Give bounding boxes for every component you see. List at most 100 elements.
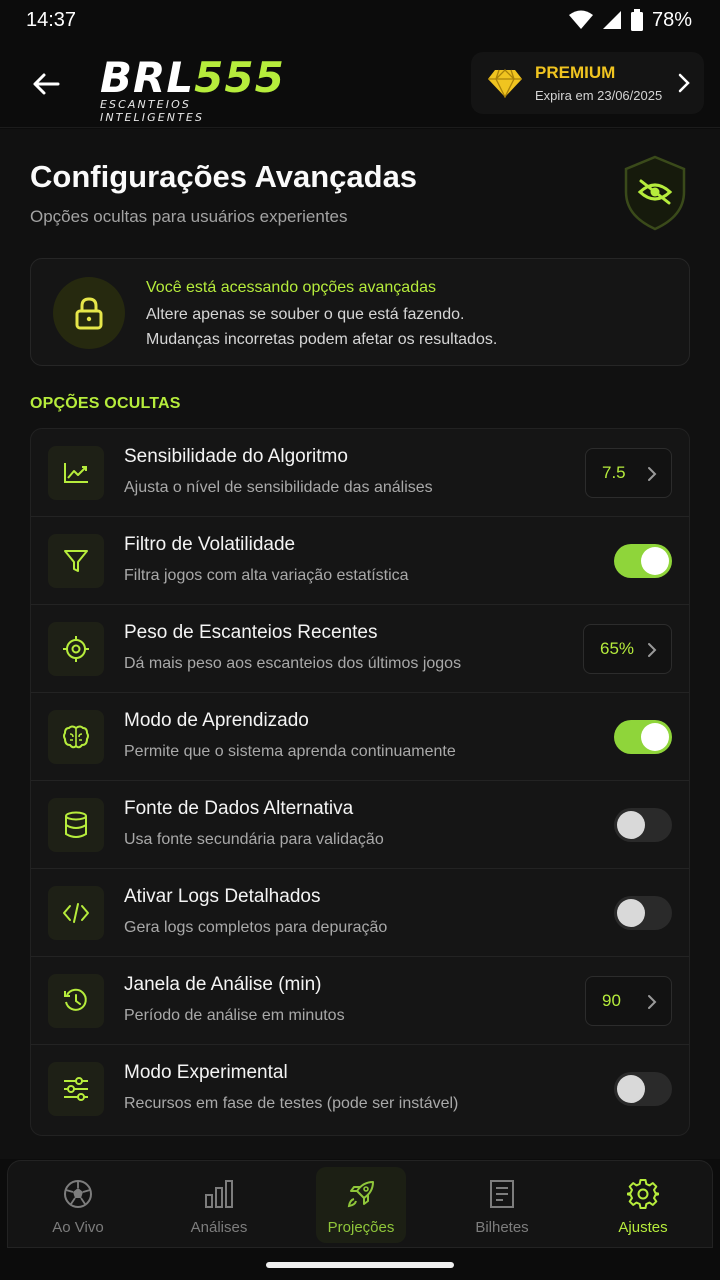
option-row-analysis-window[interactable]: Janela de Análise (min) Período de análi… xyxy=(31,957,689,1045)
option-title: Modo Experimental xyxy=(124,1062,288,1083)
toggle-knob xyxy=(617,899,645,927)
back-button[interactable] xyxy=(28,66,64,102)
option-description: Período de análise em minutos xyxy=(124,1007,345,1024)
line-chart-icon xyxy=(64,463,88,483)
option-description: Permite que o sistema aprenda continuame… xyxy=(124,743,456,760)
rocket-icon xyxy=(347,1181,374,1208)
brand-logo: BRL555 ESCANTEIOS INTELIGENTES xyxy=(100,53,290,125)
option-icon-badge xyxy=(48,1062,104,1116)
code-icon xyxy=(63,903,89,923)
value-selector[interactable]: 7.5 xyxy=(585,448,672,498)
nav-item-projecoes[interactable]: Projeções xyxy=(316,1167,406,1243)
bottom-nav: Ao Vivo Análises Projeções Bilhetes Ajus… xyxy=(7,1160,713,1248)
status-icons: 78% xyxy=(568,9,692,32)
premium-title: PREMIUM xyxy=(535,63,616,82)
option-title: Janela de Análise (min) xyxy=(124,974,322,995)
logo-text-white: BRL xyxy=(100,53,195,102)
option-description: Dá mais peso aos escanteios dos últimos … xyxy=(124,655,462,672)
brain-icon xyxy=(63,725,89,749)
toggle-switch[interactable] xyxy=(614,896,672,930)
option-row-alternative-data-source[interactable]: Fonte de Dados Alternativa Usa fonte sec… xyxy=(31,781,689,869)
toggle-knob xyxy=(641,723,669,751)
option-row-volatility-filter[interactable]: Filtro de Volatilidade Filtra jogos com … xyxy=(31,517,689,605)
option-icon-badge xyxy=(48,798,104,852)
nav-item-ao-vivo[interactable]: Ao Vivo xyxy=(18,1161,138,1249)
nav-label: Análises xyxy=(190,1219,248,1236)
lock-icon xyxy=(75,297,103,330)
value-text: 90 xyxy=(602,991,621,1010)
warning-line-2: Mudanças incorretas podem afetar os resu… xyxy=(146,331,498,348)
diamond-icon xyxy=(488,69,522,98)
gear-icon xyxy=(627,1179,659,1209)
value-text: 7.5 xyxy=(602,463,626,482)
section-label: OPÇÕES OCULTAS xyxy=(30,395,181,412)
option-description: Filtra jogos com alta variação estatísti… xyxy=(124,567,409,584)
database-icon xyxy=(65,811,87,838)
history-clock-icon xyxy=(64,988,87,1011)
option-icon-badge xyxy=(48,710,104,764)
funnel-icon xyxy=(64,550,88,572)
option-title: Sensibilidade do Algoritmo xyxy=(124,446,348,467)
option-icon-badge xyxy=(48,534,104,588)
option-description: Usa fonte secundária para validação xyxy=(124,831,384,848)
option-row-learning-mode[interactable]: Modo de Aprendizado Permite que o sistem… xyxy=(31,693,689,781)
page-subtitle: Opções ocultas para usuários experientes xyxy=(30,207,348,226)
logo-text-green: 555 xyxy=(194,53,285,102)
nav-item-bilhetes[interactable]: Bilhetes xyxy=(442,1161,562,1249)
content-area: Configurações Avançadas Opções ocultas p… xyxy=(0,129,720,1159)
value-selector[interactable]: 90 xyxy=(585,976,672,1026)
chevron-right-icon xyxy=(648,467,657,481)
option-row-recent-corners-weight[interactable]: Peso de Escanteios Recentes Dá mais peso… xyxy=(31,605,689,693)
bar-chart-icon xyxy=(205,1180,233,1208)
toggle-switch[interactable] xyxy=(614,1072,672,1106)
option-title: Ativar Logs Detalhados xyxy=(124,886,321,907)
value-selector[interactable]: 65% xyxy=(583,624,672,674)
wifi-icon xyxy=(568,10,593,29)
premium-expiry: Expira em 23/06/2025 xyxy=(535,88,663,103)
option-icon-badge xyxy=(48,974,104,1028)
chevron-right-icon xyxy=(648,643,657,657)
option-title: Peso de Escanteios Recentes xyxy=(124,622,378,643)
sliders-icon xyxy=(64,1077,88,1101)
home-indicator[interactable] xyxy=(266,1262,454,1268)
target-icon xyxy=(63,636,89,662)
status-bar: 14:37 78% xyxy=(0,0,720,40)
app-bar: BRL555 ESCANTEIOS INTELIGENTES PREMIUM E… xyxy=(0,40,720,128)
nav-item-ajustes[interactable]: Ajustes xyxy=(583,1161,703,1249)
nav-label: Ao Vivo xyxy=(52,1219,104,1236)
advanced-warning-card: Você está acessando opções avançadas Alt… xyxy=(30,258,690,366)
toggle-switch[interactable] xyxy=(614,720,672,754)
chevron-right-icon xyxy=(678,73,690,93)
option-title: Filtro de Volatilidade xyxy=(124,534,296,555)
warning-line-1: Altere apenas se souber o que está fazen… xyxy=(146,306,465,323)
battery-icon xyxy=(630,9,643,31)
ticket-icon xyxy=(490,1180,514,1208)
nav-label: Bilhetes xyxy=(475,1219,529,1236)
soccer-ball-icon xyxy=(64,1180,92,1208)
option-row-experimental-mode[interactable]: Modo Experimental Recursos em fase de te… xyxy=(31,1045,689,1133)
nav-item-analises[interactable]: Análises xyxy=(159,1161,279,1249)
chevron-right-icon xyxy=(648,995,657,1009)
option-row-algorithm-sensitivity[interactable]: Sensibilidade do Algoritmo Ajusta o níve… xyxy=(31,429,689,517)
battery-percent: 78% xyxy=(651,8,692,31)
nav-label: Projeções xyxy=(327,1219,395,1236)
toggle-switch[interactable] xyxy=(614,544,672,578)
option-description: Ajusta o nível de sensibilidade das anál… xyxy=(124,479,433,496)
toggle-knob xyxy=(641,547,669,575)
option-icon-badge xyxy=(48,886,104,940)
toggle-knob xyxy=(617,811,645,839)
options-list: Sensibilidade do Algoritmo Ajusta o níve… xyxy=(30,428,690,1136)
lock-badge xyxy=(53,277,125,349)
option-description: Gera logs completos para depuração xyxy=(124,919,388,936)
shield-eye-off-icon xyxy=(624,155,686,231)
option-description: Recursos em fase de testes (pode ser ins… xyxy=(124,1095,459,1112)
option-title: Fonte de Dados Alternativa xyxy=(124,798,354,819)
premium-badge[interactable]: PREMIUM Expira em 23/06/2025 xyxy=(471,52,704,114)
warning-title: Você está acessando opções avançadas xyxy=(146,279,436,296)
toggle-switch[interactable] xyxy=(614,808,672,842)
option-row-detailed-logs[interactable]: Ativar Logs Detalhados Gera logs complet… xyxy=(31,869,689,957)
arrow-left-icon xyxy=(33,73,60,95)
toggle-knob xyxy=(617,1075,645,1103)
status-time: 14:37 xyxy=(26,8,77,31)
option-icon-badge xyxy=(48,446,104,500)
